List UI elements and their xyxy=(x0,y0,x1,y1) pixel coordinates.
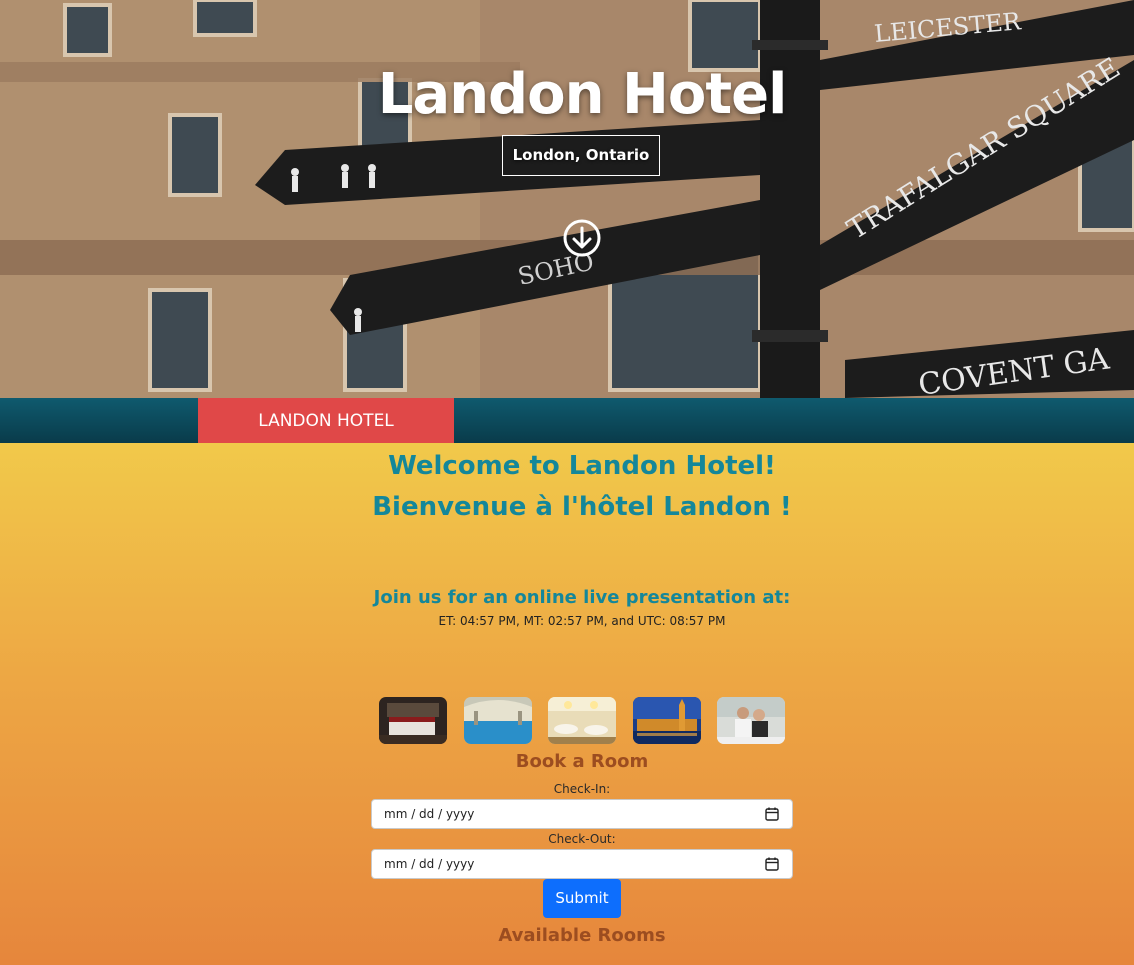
restaurant-photo[interactable] xyxy=(548,697,616,744)
book-room-heading: Book a Room xyxy=(515,751,649,772)
pool-photo[interactable] xyxy=(464,697,532,744)
check-out-date-placeholder: mm / dd / yyyy xyxy=(384,857,475,871)
photo-gallery xyxy=(379,697,786,744)
presentation-times: ET: 04:57 PM, MT: 02:57 PM, and UTC: 08:… xyxy=(438,614,726,628)
welcome-heading-fr: Bienvenue à l'hôtel Landon ! xyxy=(372,492,792,522)
presentation-heading: Join us for an online live presentation … xyxy=(373,587,791,608)
hero-title: Landon Hotel xyxy=(377,62,788,127)
main-content: Welcome to Landon Hotel! Bienvenue à l'h… xyxy=(0,443,1134,965)
check-in-date-input[interactable]: mm / dd / yyyy xyxy=(371,799,793,829)
nav-brand-link[interactable]: LANDON HOTEL xyxy=(198,398,454,443)
welcome-heading-en: Welcome to Landon Hotel! xyxy=(388,451,776,481)
couple-photo[interactable] xyxy=(717,697,785,744)
hero-banner: LEICESTER TRAFALGAR SQUARE SOHO COVENT G… xyxy=(0,0,1134,398)
calendar-icon[interactable] xyxy=(765,857,779,871)
hero-location: London, Ontario xyxy=(502,135,660,176)
check-in-label: Check-In: xyxy=(553,782,611,796)
check-in-date-placeholder: mm / dd / yyyy xyxy=(384,807,475,821)
check-out-label: Check-Out: xyxy=(548,832,616,846)
navbar: LANDON HOTEL xyxy=(0,398,1134,443)
calendar-icon[interactable] xyxy=(765,807,779,821)
submit-button[interactable]: Submit xyxy=(543,879,621,918)
bedroom-photo[interactable] xyxy=(379,697,447,744)
parliament-photo[interactable] xyxy=(633,697,701,744)
hero-photo: LEICESTER TRAFALGAR SQUARE SOHO COVENT G… xyxy=(0,0,1134,398)
scroll-down-icon[interactable] xyxy=(562,218,602,258)
available-rooms-heading: Available Rooms xyxy=(498,925,666,946)
check-out-date-input[interactable]: mm / dd / yyyy xyxy=(371,849,793,879)
